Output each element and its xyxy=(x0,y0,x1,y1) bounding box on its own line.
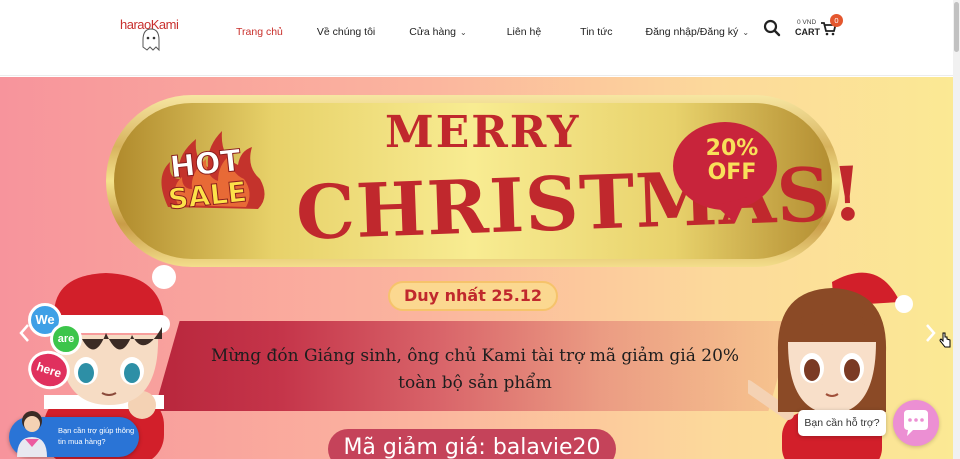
nav-shop-label: Cửa hàng xyxy=(409,26,457,38)
coupon-code: Mã giảm giá: balavie20 xyxy=(328,429,616,459)
promo-message: Mừng đón Giáng sinh, ông chủ Kami tài tr… xyxy=(210,346,740,393)
nav-about-label: Về chúng tôi xyxy=(316,26,376,38)
chat-bubble-icon xyxy=(904,410,928,436)
hot-sale-badge: HOT SALE xyxy=(148,117,276,217)
cart-button[interactable]: 0 VND CART 0 xyxy=(795,14,843,40)
discount-text: 20% OFF xyxy=(688,137,776,185)
chevron-left-icon xyxy=(19,324,29,342)
chevron-down-icon: ⌄ xyxy=(742,27,750,37)
cart-amount: 0 VND xyxy=(797,19,817,26)
nav-shop[interactable]: Cửa hàng ⌄ xyxy=(409,26,466,38)
search-button[interactable] xyxy=(763,19,781,37)
help-tooltip: Bạn cần hỗ trợ? xyxy=(798,410,886,436)
support-chat-text: Bạn cần trợ giúp thông tin mua hàng? xyxy=(58,426,135,446)
nav-news[interactable]: Tin tức xyxy=(580,26,612,38)
chevron-down-icon: ⌄ xyxy=(460,27,467,37)
ghost-logo-icon xyxy=(142,28,160,52)
nav-login-register[interactable]: Đăng nhập/Đăng ký ⌄ xyxy=(645,26,749,38)
search-icon xyxy=(763,19,781,37)
date-badge: Duy nhất 25.12 xyxy=(388,281,558,311)
nav-login-label: Đăng nhập/Đăng ký xyxy=(645,26,739,38)
nav-about[interactable]: Về chúng tôi xyxy=(317,26,375,38)
nav-home-label: Trang chủ xyxy=(236,26,283,38)
slider-prev-button[interactable] xyxy=(17,322,33,344)
nav-contact[interactable]: Liên hệ xyxy=(507,26,541,38)
support-agent-avatar xyxy=(17,411,47,457)
badge-are: are xyxy=(50,323,82,355)
discount-off: OFF xyxy=(707,160,757,185)
discount-percent: 20% xyxy=(705,136,759,161)
nav-news-label: Tin tức xyxy=(580,26,613,38)
help-chat-button[interactable] xyxy=(893,400,939,446)
nav-home[interactable]: Trang chủ xyxy=(236,26,283,38)
site-logo[interactable]: haraoKami xyxy=(118,12,182,58)
slider-next-button[interactable] xyxy=(922,322,938,344)
hero-slider: HOT SALE MERRY CHRISTMAS! 20% OFF Duy nh… xyxy=(0,77,953,459)
merry-title: MERRY xyxy=(385,107,581,158)
hand-cursor-icon xyxy=(939,332,951,348)
chevron-right-icon xyxy=(926,324,936,342)
main-nav: Trang chủ Về chúng tôi Cửa hàng ⌄ Liên hệ… xyxy=(236,24,749,40)
page: haraoKami Trang chủ Về chúng tôi Cửa hàn… xyxy=(0,0,960,459)
site-header: haraoKami Trang chủ Về chúng tôi Cửa hàn… xyxy=(0,0,953,76)
support-chat-widget[interactable]: Bạn cần trợ giúp thông tin mua hàng? xyxy=(9,411,139,457)
cart-label: CART xyxy=(795,27,820,37)
nav-contact-label: Liên hệ xyxy=(506,26,542,38)
cart-count-badge: 0 xyxy=(830,14,843,27)
page-scrollbar[interactable] xyxy=(953,0,960,459)
scrollbar-thumb[interactable] xyxy=(954,2,959,52)
